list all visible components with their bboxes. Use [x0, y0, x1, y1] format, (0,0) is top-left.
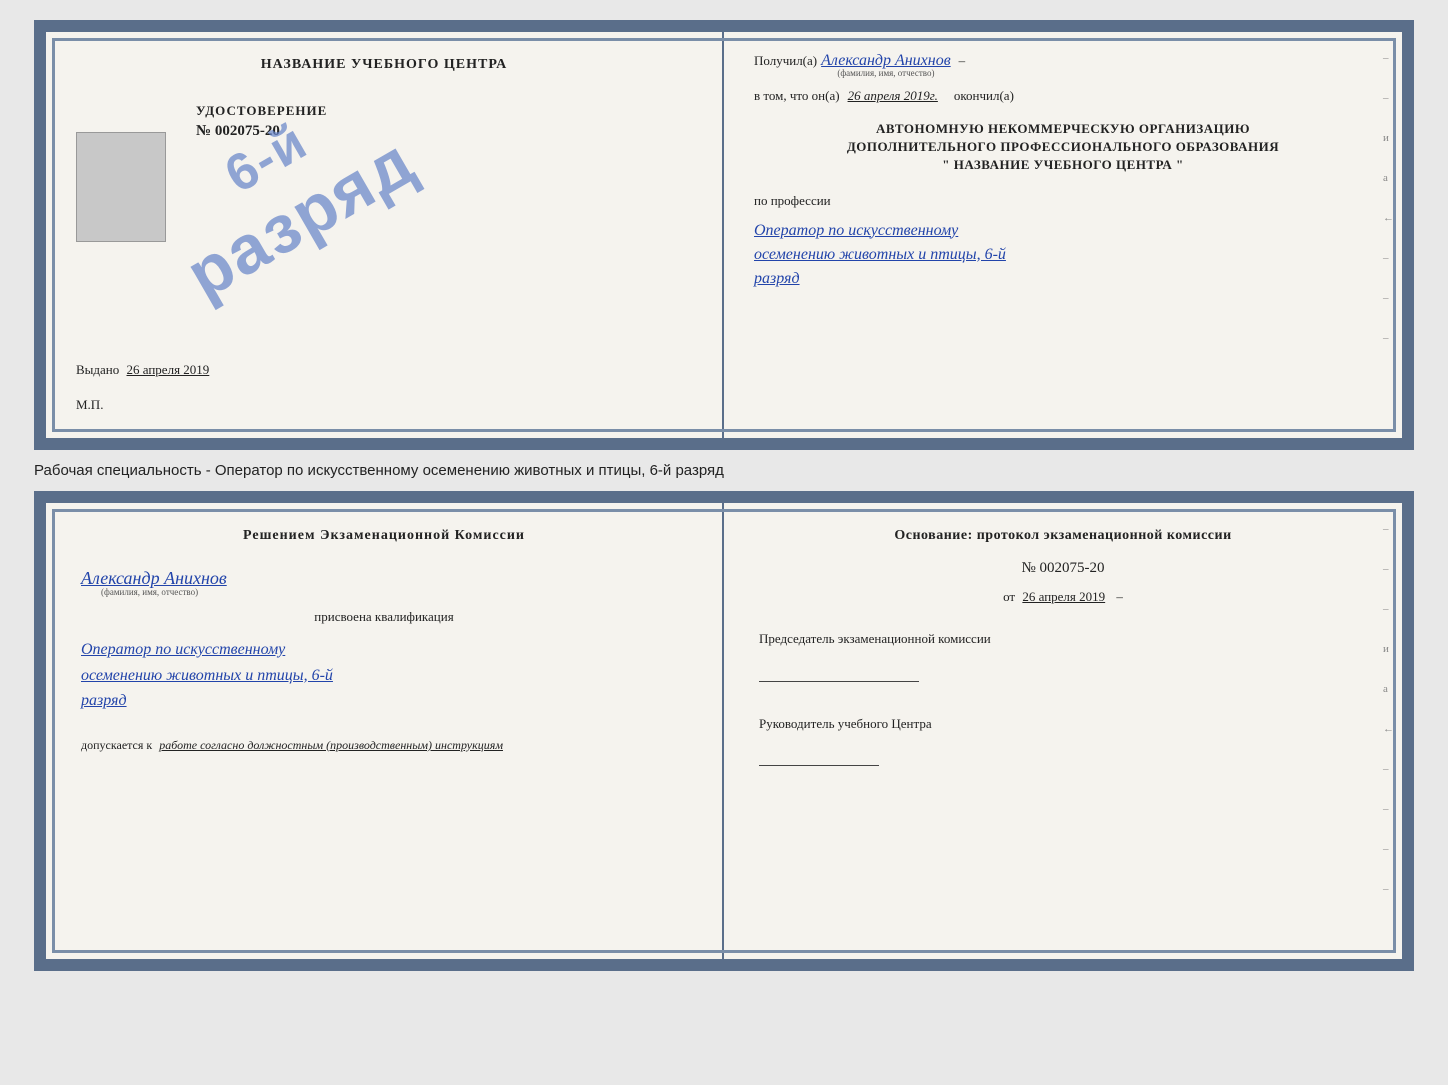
date-line: в том, что он(а) 26 апреля 2019г. окончи… [754, 88, 1372, 104]
cert-title-label: УДОСТОВЕРЕНИЕ [196, 103, 692, 119]
cert-number: № 002075-20 [196, 123, 692, 140]
received-label: Получил(а) [754, 53, 817, 69]
dash-right-top: – [959, 53, 966, 69]
profession-text: Оператор по искусственному осеменению жи… [754, 219, 1372, 291]
name-subtitle-top: (фамилия, имя, отчество) [837, 68, 934, 78]
photo-placeholder [76, 132, 166, 242]
issued-date: 26 апреля 2019 [127, 362, 210, 377]
profession-label: по профессии [754, 193, 1372, 209]
chairman-signature-line [759, 681, 919, 682]
finished-label: окончил(а) [954, 88, 1014, 104]
date-prefix: в том, что он(а) [754, 88, 840, 104]
head-signature-line [759, 765, 879, 766]
org-line1: АВТОНОМНУЮ НЕКОММЕРЧЕСКУЮ ОРГАНИЗАЦИЮ [754, 120, 1372, 138]
protocol-date-value: 26 апреля 2019 [1022, 589, 1105, 604]
profession-line1: Оператор по искусственному [754, 219, 1372, 243]
cert-issued: Выдано 26 апреля 2019 [76, 362, 209, 378]
person-name-bottom: Александр Анихнов [81, 568, 227, 589]
org-text: АВТОНОМНУЮ НЕКОММЕРЧЕСКУЮ ОРГАНИЗАЦИЮ ДО… [754, 120, 1372, 175]
cert-title-block: УДОСТОВЕРЕНИЕ № 002075-20 [196, 103, 692, 140]
profession-line3: разряд [754, 267, 1372, 291]
mp-label: М.П. [76, 397, 103, 413]
top-certificate: НАЗВАНИЕ УЧЕБНОГО ЦЕНТРА УДОСТОВЕРЕНИЕ №… [34, 20, 1414, 450]
qual-line3: разряд [81, 688, 687, 714]
right-margin-marks: – – и а ← – – – [1383, 52, 1394, 344]
org-line2: ДОПОЛНИТЕЛЬНОГО ПРОФЕССИОНАЛЬНОГО ОБРАЗО… [754, 138, 1372, 156]
protocol-date-prefix: от [1003, 589, 1015, 604]
bottom-right-marks: – – – и а ← – – – – [1383, 523, 1394, 895]
name-sub-bottom: (фамилия, имя, отчество) [101, 587, 198, 597]
allowed-label: допускается к [81, 738, 152, 752]
cert-right-panel: Получил(а) Александр Анихнов (фамилия, и… [724, 32, 1402, 438]
qual-line1: Оператор по искусственному [81, 637, 687, 663]
profession-line2: осеменению животных и птицы, 6-й [754, 243, 1372, 267]
bottom-right-panel: Основание: протокол экзаменационной коми… [724, 503, 1402, 959]
qualification-text: Оператор по искусственному осеменению жи… [81, 637, 687, 714]
org-line3: " НАЗВАНИЕ УЧЕБНОГО ЦЕНТРА " [754, 156, 1372, 174]
protocol-number: № 002075-20 [759, 560, 1367, 577]
basis-text: Основание: протокол экзаменационной коми… [759, 528, 1367, 544]
received-line: Получил(а) Александр Анихнов (фамилия, и… [754, 52, 1372, 78]
issued-label: Выдано [76, 362, 119, 377]
stamp-line2: разряд [173, 122, 428, 314]
allowed-text: допускается к работе согласно должностны… [81, 738, 687, 753]
chairman-text: Председатель экзаменационной комиссии [759, 629, 1367, 649]
bottom-certificate: Решением экзаменационной комиссии Алекса… [34, 491, 1414, 971]
bottom-left-panel: Решением экзаменационной комиссии Алекса… [46, 503, 724, 959]
cert-school-name: НАЗВАНИЕ УЧЕБНОГО ЦЕНТРА [76, 57, 692, 73]
assigned-text: присвоена квалификация [81, 609, 687, 625]
head-text: Руководитель учебного Центра [759, 714, 1367, 734]
cert-left-panel: НАЗВАНИЕ УЧЕБНОГО ЦЕНТРА УДОСТОВЕРЕНИЕ №… [46, 32, 724, 438]
decision-text: Решением экзаменационной комиссии [81, 528, 687, 544]
date-value: 26 апреля 2019г. [848, 88, 938, 104]
qual-line2: осеменению животных и птицы, 6-й [81, 663, 687, 689]
subtitle: Рабочая специальность - Оператор по иску… [34, 462, 724, 479]
allowed-work-text: работе согласно должностным (производств… [159, 738, 503, 752]
protocol-date: от 26 апреля 2019 – [759, 589, 1367, 605]
